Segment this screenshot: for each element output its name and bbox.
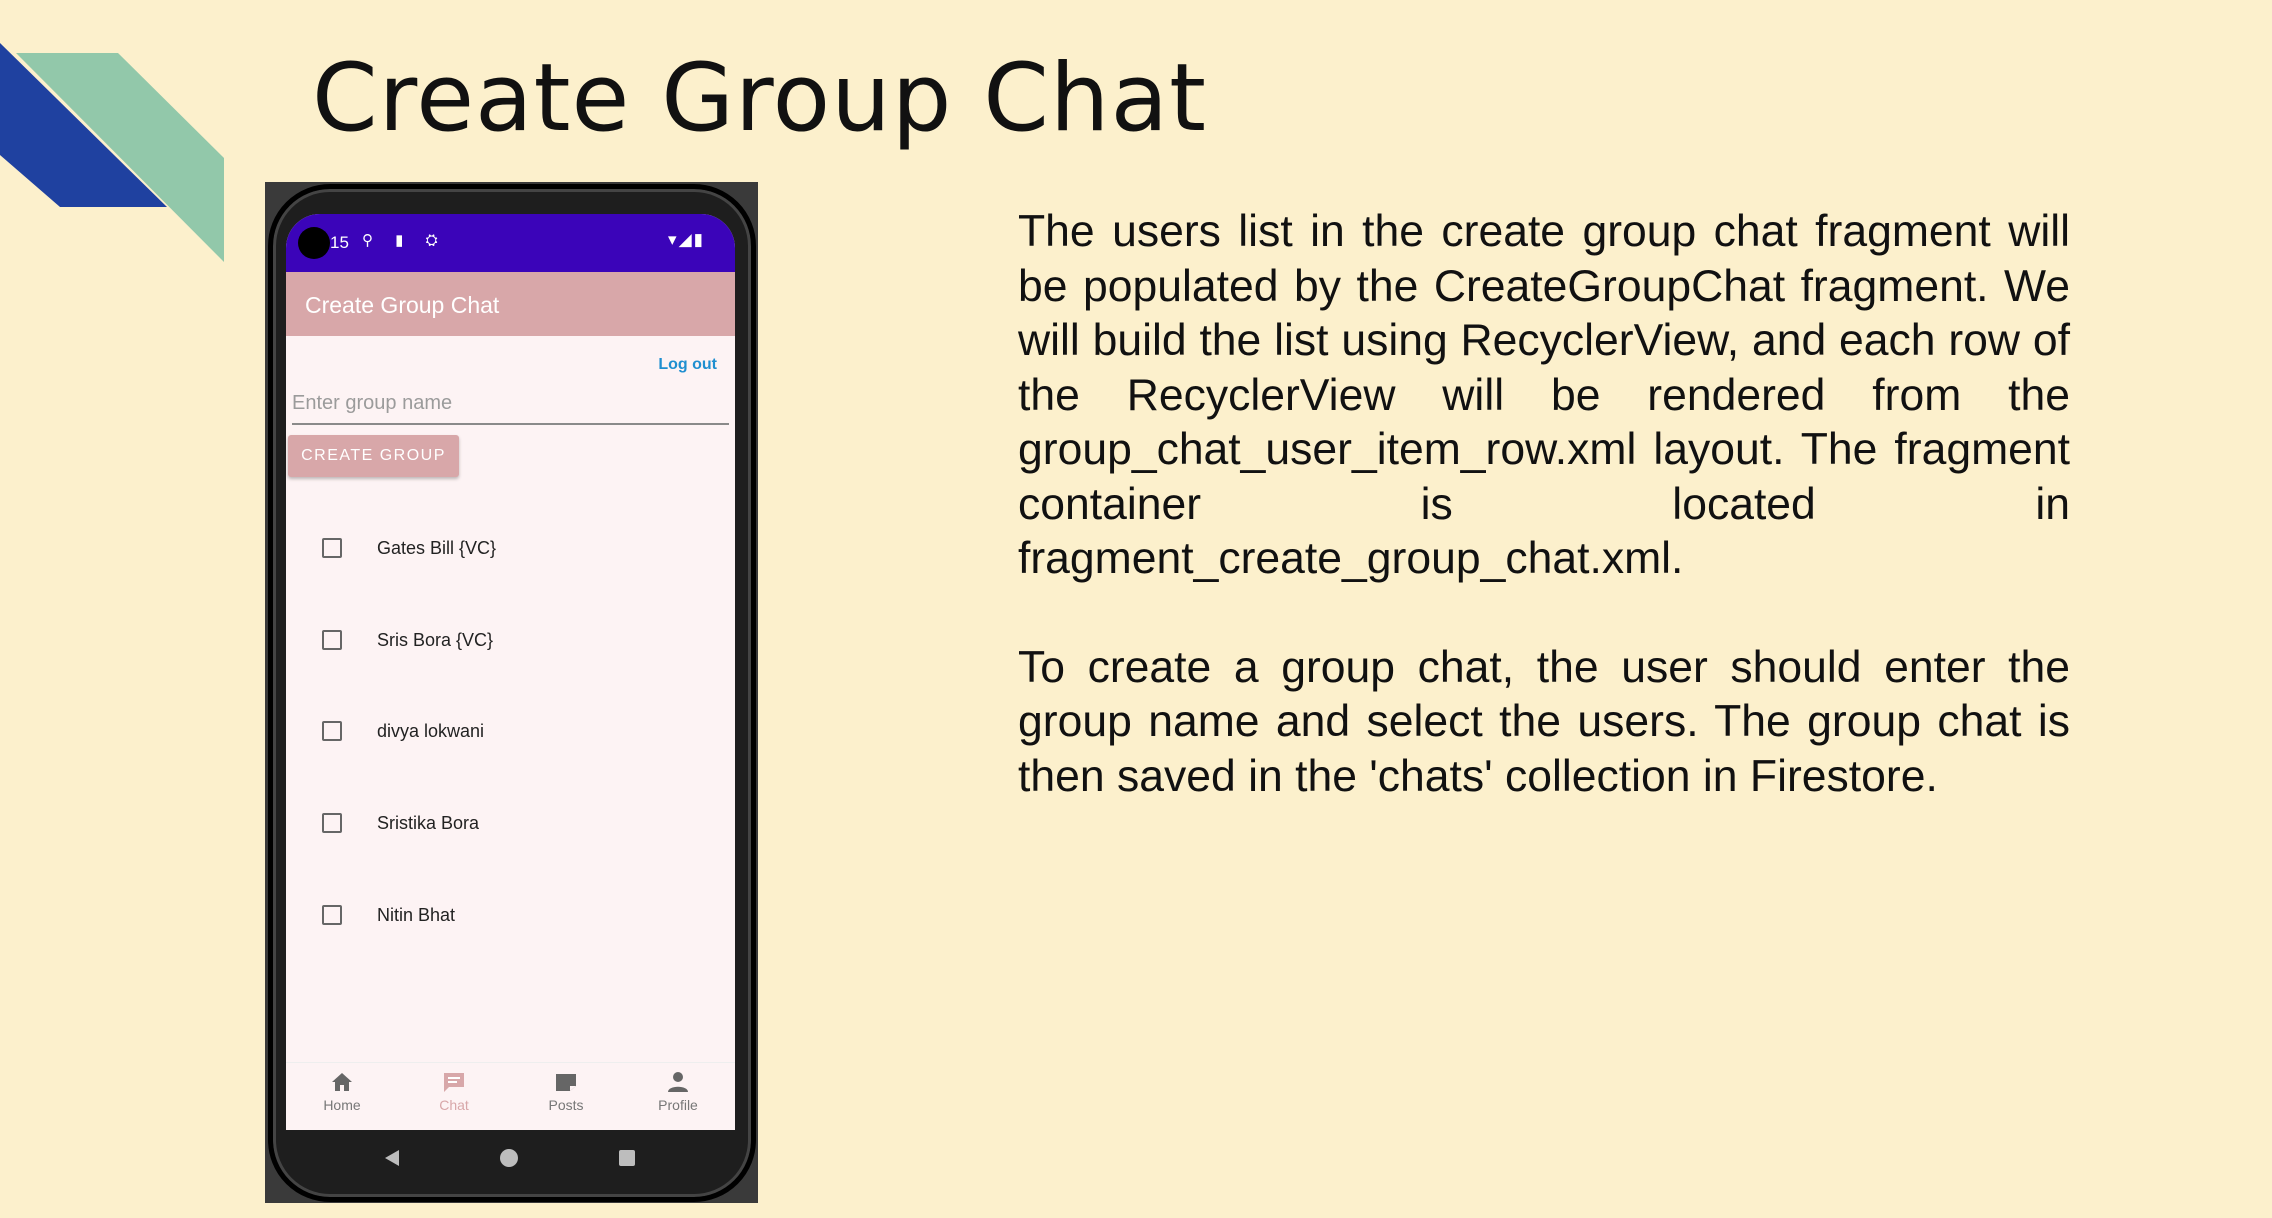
group-name-input[interactable] xyxy=(292,387,729,425)
paragraph-1: The users list in the create group chat … xyxy=(1018,207,2070,583)
user-checkbox[interactable] xyxy=(322,630,342,650)
user-checkbox[interactable] xyxy=(322,538,342,558)
nav-posts[interactable]: Posts xyxy=(526,1071,606,1113)
notification-icons: ⚲ ▮ ⛭ xyxy=(362,232,447,249)
user-row[interactable]: Gates Bill {VC} xyxy=(286,528,735,568)
create-group-button[interactable]: CREATE GROUP xyxy=(288,435,459,477)
user-checkbox[interactable] xyxy=(322,721,342,741)
home-button-icon[interactable] xyxy=(500,1149,518,1167)
phone-screen: 15 ⚲ ▮ ⛭ ▾◢▮ Create Group Chat Log out C… xyxy=(286,214,735,1130)
signal-battery-icons: ▾◢▮ xyxy=(668,230,705,249)
app-bar-title: Create Group Chat xyxy=(305,292,500,318)
logout-link[interactable]: Log out xyxy=(658,356,717,374)
slide-body: The users list in the create group chat … xyxy=(1018,205,2070,804)
profile-icon xyxy=(668,1072,688,1092)
back-icon[interactable] xyxy=(383,1148,401,1168)
nav-label: Profile xyxy=(658,1097,698,1113)
front-camera xyxy=(298,227,330,259)
status-time: 15 xyxy=(330,233,349,252)
user-row[interactable]: divya lokwani xyxy=(286,711,735,751)
status-bar: 15 ⚲ ▮ ⛭ ▾◢▮ xyxy=(286,214,735,272)
nav-label: Chat xyxy=(439,1097,469,1113)
system-navigation-bar xyxy=(286,1130,735,1186)
app-bar: Create Group Chat xyxy=(286,272,735,336)
user-name: Gates Bill {VC} xyxy=(377,538,497,558)
user-checkbox[interactable] xyxy=(322,813,342,833)
user-row[interactable]: Sris Bora {VC} xyxy=(286,620,735,660)
nav-profile[interactable]: Profile xyxy=(638,1071,718,1113)
user-row[interactable]: Nitin Bhat xyxy=(286,895,735,935)
paragraph-2: To create a group chat, the user should … xyxy=(1018,642,2070,801)
user-checkbox[interactable] xyxy=(322,905,342,925)
chat-icon xyxy=(444,1073,464,1092)
nav-label: Posts xyxy=(548,1097,584,1113)
user-name: divya lokwani xyxy=(377,721,485,741)
user-name: Nitin Bhat xyxy=(377,905,456,925)
user-row[interactable]: Sristika Bora xyxy=(286,803,735,843)
bottom-navigation: Home Chat Posts Profile xyxy=(286,1062,735,1130)
nav-chat[interactable]: Chat xyxy=(414,1071,494,1113)
slide-title: Create Group Chat xyxy=(312,44,1207,153)
decorative-stripes xyxy=(0,43,224,262)
nav-label: Home xyxy=(323,1097,361,1113)
nav-home[interactable]: Home xyxy=(302,1071,382,1113)
posts-icon xyxy=(556,1074,576,1091)
home-icon xyxy=(332,1073,352,1091)
user-name: Sris Bora {VC} xyxy=(377,630,494,650)
user-name: Sristika Bora xyxy=(377,813,480,833)
recent-apps-icon[interactable] xyxy=(619,1150,635,1166)
